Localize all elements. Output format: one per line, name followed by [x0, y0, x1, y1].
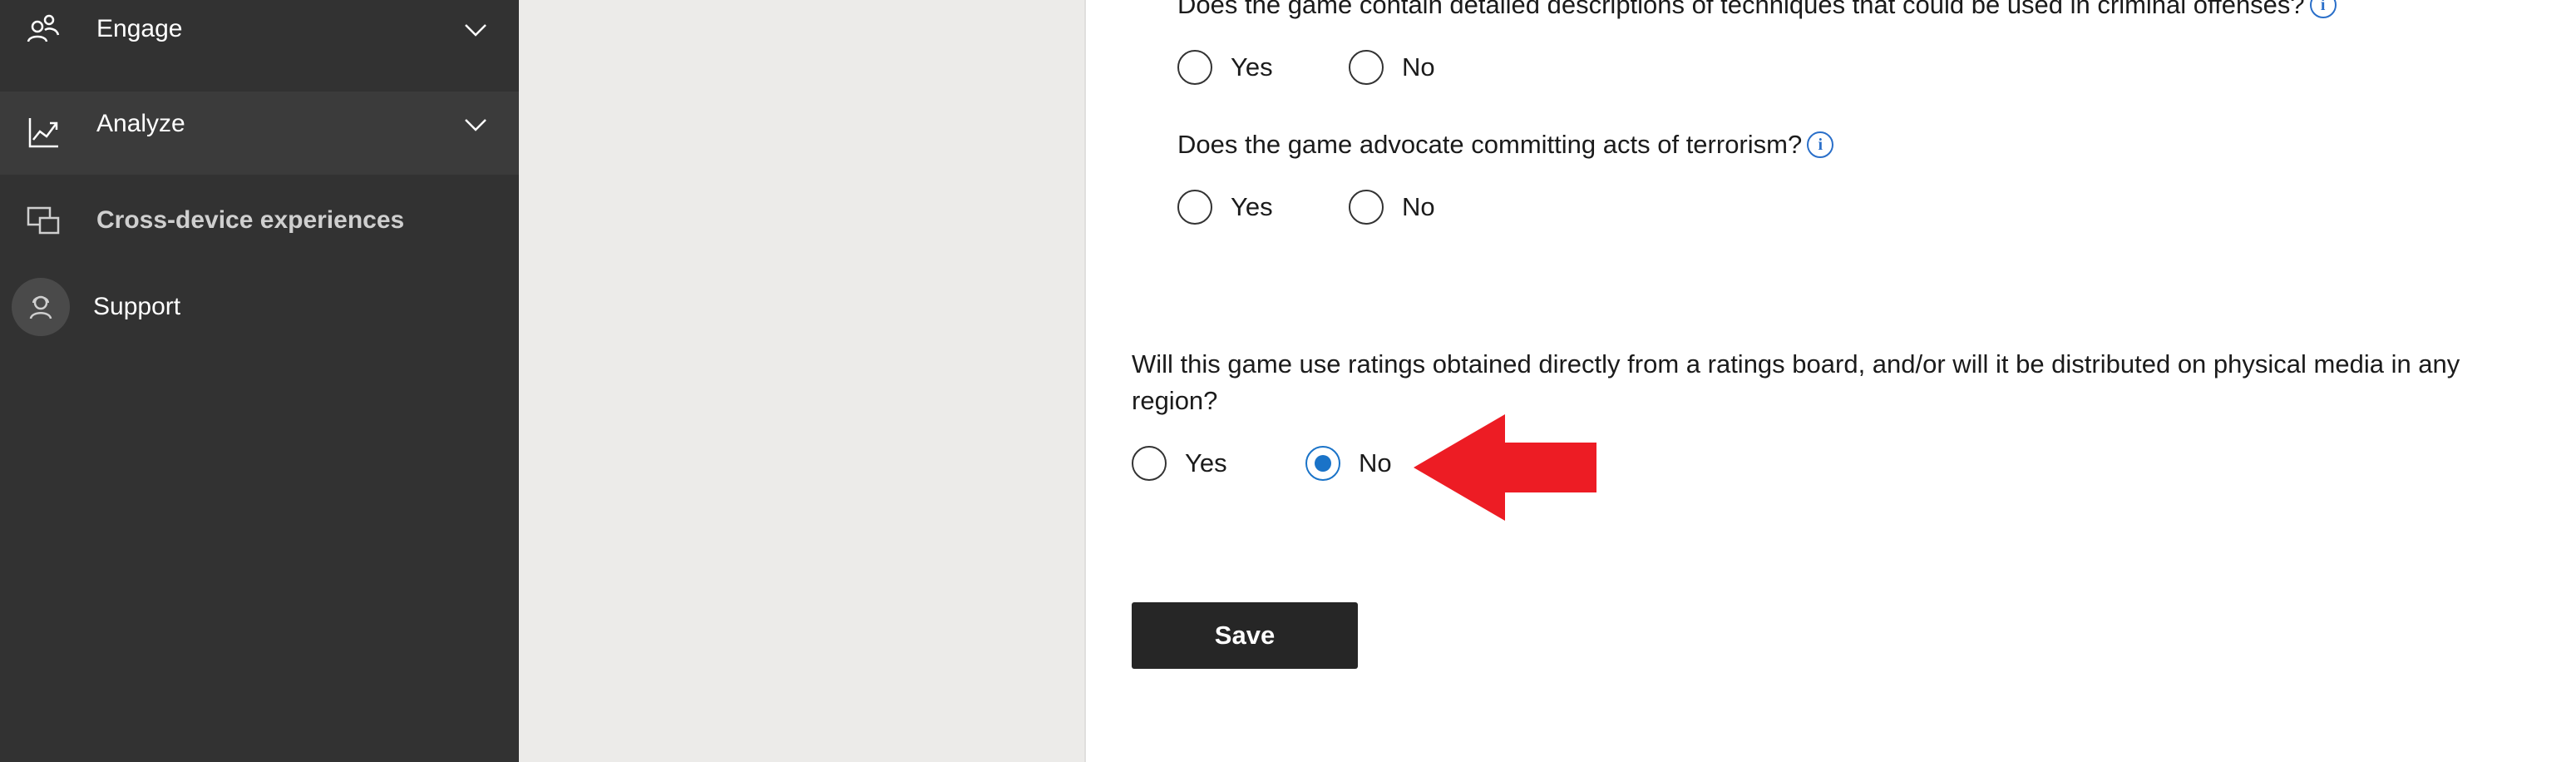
people-icon	[27, 14, 60, 42]
chevron-down-icon[interactable]	[462, 22, 489, 38]
radio-label: Yes	[1185, 448, 1227, 477]
radio-label: No	[1402, 192, 1435, 221]
radio-circle[interactable]	[1305, 446, 1340, 481]
radio-circle[interactable]	[1132, 446, 1167, 481]
page-backdrop	[519, 0, 1086, 762]
devices-icon	[27, 206, 60, 235]
radio-no[interactable]: No	[1349, 190, 1435, 225]
radio-no[interactable]: No	[1349, 50, 1435, 85]
question-terrorism: Does the game advocate committing acts o…	[1177, 126, 2576, 163]
sidebar-item-engage[interactable]: Engage	[0, 0, 519, 60]
sidebar-item-cross-device[interactable]: Cross-device experiences	[0, 178, 519, 265]
radio-label: No	[1359, 448, 1392, 477]
radio-label: No	[1402, 52, 1435, 82]
sidebar-item-label: Analyze	[96, 110, 185, 137]
sidebar-item-analyze[interactable]: Analyze	[0, 92, 519, 175]
question-text: Will this game use ratings obtained dire…	[1132, 349, 2460, 415]
radio-circle[interactable]	[1349, 50, 1384, 85]
question-text: Does the game contain detailed descripti…	[1177, 0, 2305, 19]
question-ratings-board: Will this game use ratings obtained dire…	[1132, 346, 2479, 419]
sidebar-nav: Engage Analyze Cross-device experiences	[0, 0, 519, 762]
radio-circle[interactable]	[1349, 190, 1384, 225]
radio-label: Yes	[1231, 52, 1273, 82]
support-person-icon	[29, 295, 52, 319]
radio-circle[interactable]	[1177, 50, 1212, 85]
chevron-down-icon[interactable]	[462, 116, 489, 133]
info-icon[interactable]: i	[1807, 131, 1834, 158]
sidebar-item-label: Cross-device experiences	[96, 206, 405, 234]
sidebar-item-label: Engage	[96, 15, 183, 42]
question-text: Does the game advocate committing acts o…	[1177, 130, 1803, 159]
line-chart-icon	[28, 118, 58, 148]
radio-no-selected[interactable]: No	[1305, 446, 1392, 481]
sidebar-item-label: Support	[93, 293, 181, 320]
radio-circle[interactable]	[1177, 190, 1212, 225]
radio-label: Yes	[1231, 192, 1273, 221]
avatar	[12, 278, 70, 336]
radio-selected-dot	[1315, 455, 1331, 472]
save-button[interactable]: Save	[1132, 602, 1358, 669]
question-criminal-techniques: Does the game contain detailed descripti…	[1177, 0, 2576, 23]
sidebar-item-support[interactable]: Support	[0, 275, 519, 341]
ratings-questionnaire: Does the game contain detailed descripti…	[1086, 0, 2576, 762]
annotation-arrow-icon	[1414, 414, 1596, 521]
radio-yes[interactable]: Yes	[1177, 190, 1273, 225]
radio-yes[interactable]: Yes	[1132, 446, 1227, 481]
radio-yes[interactable]: Yes	[1177, 50, 1273, 85]
info-icon[interactable]: i	[2309, 0, 2337, 18]
